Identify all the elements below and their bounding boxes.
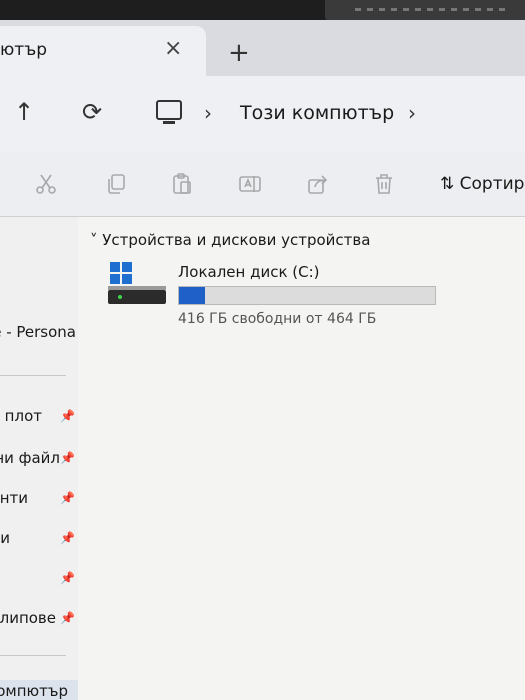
scissors-icon[interactable]: [34, 172, 58, 196]
tab-bar: ютър × +: [0, 20, 525, 76]
pin-icon: 📌: [60, 571, 75, 585]
paste-icon[interactable]: [170, 172, 194, 196]
sidebar-item-label: ни файл: [0, 449, 60, 467]
pin-icon: 📌: [60, 451, 75, 465]
computer-icon: [156, 100, 182, 124]
command-bar: ⇅ Сортир: [0, 152, 525, 217]
sidebar-item-pictures[interactable]: и 📌: [0, 529, 78, 553]
content-pane: ˅ Устройства и дискови устройства Локале…: [78, 217, 525, 700]
drive-name: Локален диск (C:): [178, 263, 320, 281]
sort-icon: ⇅: [440, 174, 455, 194]
sidebar-item-label: клипове: [0, 609, 56, 627]
sidebar-divider: [0, 655, 66, 656]
pin-icon: 📌: [60, 531, 75, 545]
up-arrow-icon[interactable]: ↑: [14, 98, 34, 126]
group-header[interactable]: ˅ Устройства и дискови устройства: [90, 231, 370, 249]
address-bar[interactable]: › Този компютър ›: [146, 90, 525, 138]
share-icon[interactable]: [306, 172, 330, 196]
pin-icon: 📌: [60, 611, 75, 625]
sidebar-item-label: е - Persona: [0, 323, 76, 341]
sidebar-item-label: омпютър: [0, 682, 68, 700]
drive-usage-bar: [178, 286, 436, 305]
sidebar-item-label: и: [0, 529, 10, 547]
sidebar-item-this-pc[interactable]: омпютър: [0, 680, 78, 700]
sidebar-item-videos[interactable]: клипове 📌: [0, 609, 78, 633]
refresh-icon[interactable]: ⟳: [82, 98, 102, 126]
chevron-down-icon: ˅: [90, 231, 98, 249]
sort-label: Сортир: [459, 174, 525, 194]
sort-button[interactable]: ⇅ Сортир: [440, 174, 524, 194]
sidebar-item-music[interactable]: 📌: [0, 569, 78, 593]
chevron-right-icon[interactable]: ›: [204, 101, 212, 125]
sidebar-item-documents[interactable]: нти 📌: [0, 489, 78, 513]
background-device: [325, 0, 525, 22]
drive-usage-fill: [179, 287, 206, 304]
hard-disk-icon: [108, 286, 166, 304]
drive-icon: [108, 262, 168, 312]
active-tab[interactable]: ютър ×: [0, 26, 206, 76]
pin-icon: 📌: [60, 409, 75, 423]
sidebar-divider: [0, 375, 66, 376]
tab-title: ютър: [0, 40, 48, 60]
rename-icon[interactable]: [238, 172, 262, 196]
sidebar-item-onedrive[interactable]: е - Persona: [0, 323, 78, 347]
navigation-pane: е - Persona н плот📌 ни файл📌 нти📌 и📌 📌 к…: [0, 217, 78, 700]
sidebar-item-desktop[interactable]: н плот 📌: [0, 407, 78, 431]
breadcrumb-this-pc[interactable]: Този компютър: [240, 102, 394, 124]
chevron-right-icon[interactable]: ›: [408, 101, 416, 125]
sidebar-item-label: нти: [0, 489, 28, 507]
new-tab-button[interactable]: +: [228, 40, 250, 66]
copy-icon[interactable]: [104, 172, 128, 196]
delete-icon[interactable]: [372, 172, 396, 196]
windows-logo-icon: [110, 262, 132, 284]
group-title: Устройства и дискови устройства: [102, 231, 371, 249]
navigation-bar: ↑ ⟳ › Този компютър ›: [0, 76, 525, 152]
close-tab-icon[interactable]: ×: [164, 36, 182, 61]
sidebar-item-label: н плот: [0, 407, 42, 425]
pin-icon: 📌: [60, 491, 75, 505]
drive-free-space: 416 ГБ свободни от 464 ГБ: [178, 311, 377, 327]
sidebar-item-downloads[interactable]: ни файл 📌: [0, 449, 78, 473]
